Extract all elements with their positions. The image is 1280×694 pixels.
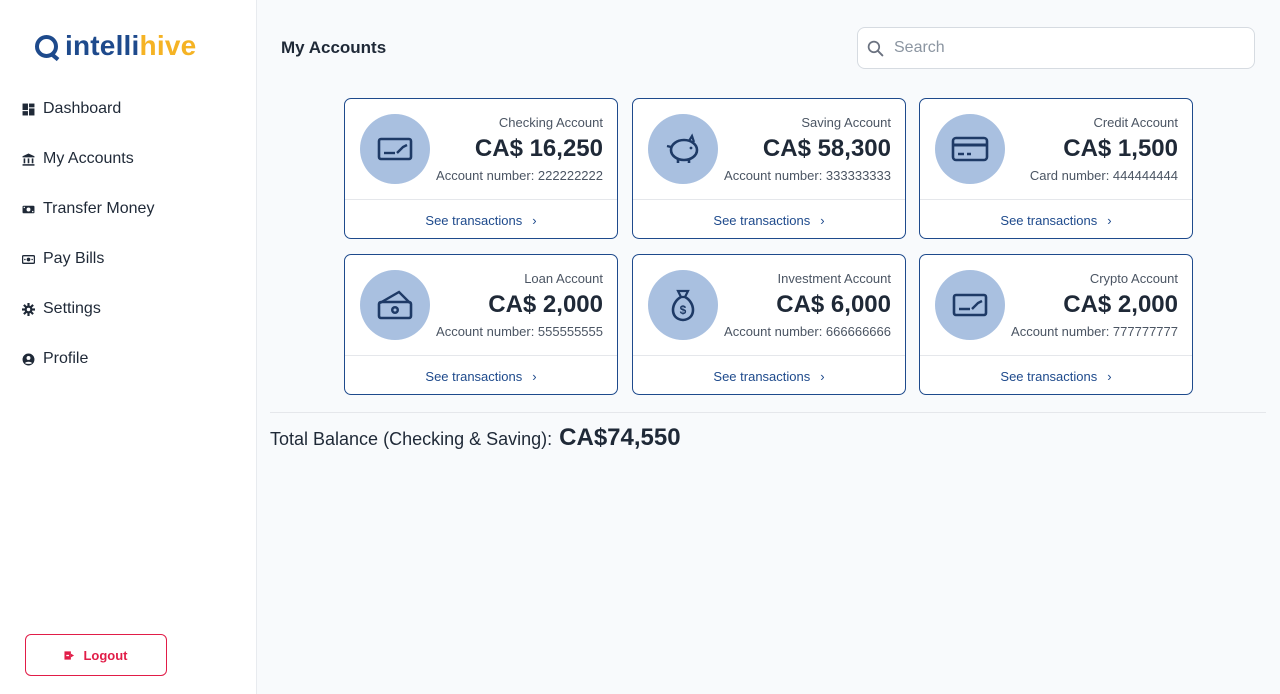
sidebar-item-label: Settings [43,300,101,317]
total-balance-label: Total Balance (Checking & Saving): [270,429,553,449]
logout-button[interactable]: Logout [25,634,167,676]
chevron-right-icon: › [1107,212,1112,228]
sidebar-item-transfer-money[interactable]: Transfer Money [0,184,257,234]
account-number: Card number: 444444444 [1029,168,1178,183]
check-card-icon [952,293,988,317]
credit-card-icon [951,136,989,162]
sidebar-item-label: Dashboard [43,100,122,117]
account-icon-badge [935,270,1005,340]
sidebar-item-my-accounts[interactable]: My Accounts [0,134,257,184]
cash-hand-icon [377,290,413,320]
chevron-right-icon: › [532,212,537,228]
money-bag-icon: $ [671,289,695,322]
account-card-crypto: Crypto Account CA$ 2,000 Account number:… [919,254,1193,395]
account-card-investment: $ Investment Account CA$ 6,000 Account n… [632,254,906,395]
chevron-right-icon: › [1107,368,1112,384]
account-balance: CA$ 58,300 [762,135,891,162]
account-balance: CA$ 6,000 [776,291,891,318]
chevron-right-icon: › [820,212,825,228]
see-transactions-label: See transactions [1000,368,1098,384]
logout-icon [64,650,75,660]
account-icon-badge [935,114,1005,184]
sidebar-item-settings[interactable]: Settings [0,284,257,334]
account-icon-badge: $ [648,270,718,340]
account-icon-badge [360,114,430,184]
see-transactions-link[interactable]: See transactions › [920,355,1192,394]
account-number: Account number: 777777777 [1011,324,1178,339]
sidebar: intelli hive Dashboard My Accounts Transf… [0,0,257,694]
logo-text-intelli: intelli [65,30,140,61]
account-type: Investment Account [777,271,891,286]
see-transactions-link[interactable]: See transactions › [633,355,905,394]
sidebar-nav: Dashboard My Accounts Transfer Money Pay… [0,84,257,384]
sidebar-item-profile[interactable]: Profile [0,334,257,384]
account-type: Crypto Account [1089,271,1178,286]
sidebar-item-label: Profile [43,350,89,367]
sidebar-item-pay-bills[interactable]: Pay Bills [0,234,257,284]
total-balance-value: CA$74,550 [559,424,681,451]
search-box[interactable] [857,27,1255,69]
bills-icon [22,253,35,266]
account-number: Account number: 222222222 [436,168,603,183]
see-transactions-link[interactable]: See transactions › [345,355,617,394]
sidebar-item-label: Transfer Money [43,200,155,217]
page-title: My Accounts [281,38,387,57]
account-card-saving: Saving Account CA$ 58,300 Account number… [632,98,906,239]
account-type: Saving Account [801,115,891,130]
bank-icon [22,153,35,166]
logo-text-hive: hive [139,30,197,61]
account-number: Account number: 333333333 [724,168,891,183]
account-balance: CA$ 2,000 [1063,291,1178,318]
search-input[interactable] [894,39,1234,57]
see-transactions-link[interactable]: See transactions › [633,199,905,238]
app-logo[interactable]: intelli hive [35,30,196,62]
dashboard-icon [22,103,35,116]
sidebar-item-dashboard[interactable]: Dashboard [0,84,257,134]
see-transactions-label: See transactions [425,368,523,384]
total-balance: Total Balance (Checking & Saving): CA$74… [270,424,681,452]
account-balance: CA$ 1,500 [1063,135,1178,162]
account-icon-badge [360,270,430,340]
see-transactions-label: See transactions [1000,212,1098,228]
see-transactions-label: See transactions [425,212,523,228]
account-balance: CA$ 16,250 [474,135,603,162]
account-card-checking: Checking Account CA$ 16,250 Account numb… [344,98,618,239]
sidebar-item-label: Pay Bills [43,250,105,267]
search-icon [867,40,884,56]
see-transactions-link[interactable]: See transactions › [345,199,617,238]
chevron-right-icon: › [532,368,537,384]
account-type: Checking Account [498,115,603,130]
sidebar-item-label: My Accounts [43,150,134,167]
chevron-right-icon: › [820,368,825,384]
account-type: Loan Account [524,271,603,286]
see-transactions-link[interactable]: See transactions › [920,199,1192,238]
user-circle-icon [22,353,35,366]
account-type: Credit Account [1093,115,1178,130]
money-transfer-icon [22,203,35,216]
section-divider [270,412,1266,413]
see-transactions-label: See transactions [713,368,811,384]
gear-icon [22,302,35,316]
account-number: Account number: 555555555 [436,324,603,339]
svg-text:$: $ [680,303,687,317]
account-icon-badge [648,114,718,184]
logout-label: Logout [83,647,128,663]
account-card-loan: Loan Account CA$ 2,000 Account number: 5… [344,254,618,395]
check-card-icon [377,137,413,161]
account-number: Account number: 666666666 [724,324,891,339]
account-balance: CA$ 2,000 [488,291,603,318]
account-card-credit: Credit Account CA$ 1,500 Card number: 44… [919,98,1193,239]
piggy-bank-icon [666,133,699,163]
logo-mark-icon [35,35,58,58]
see-transactions-label: See transactions [713,212,811,228]
